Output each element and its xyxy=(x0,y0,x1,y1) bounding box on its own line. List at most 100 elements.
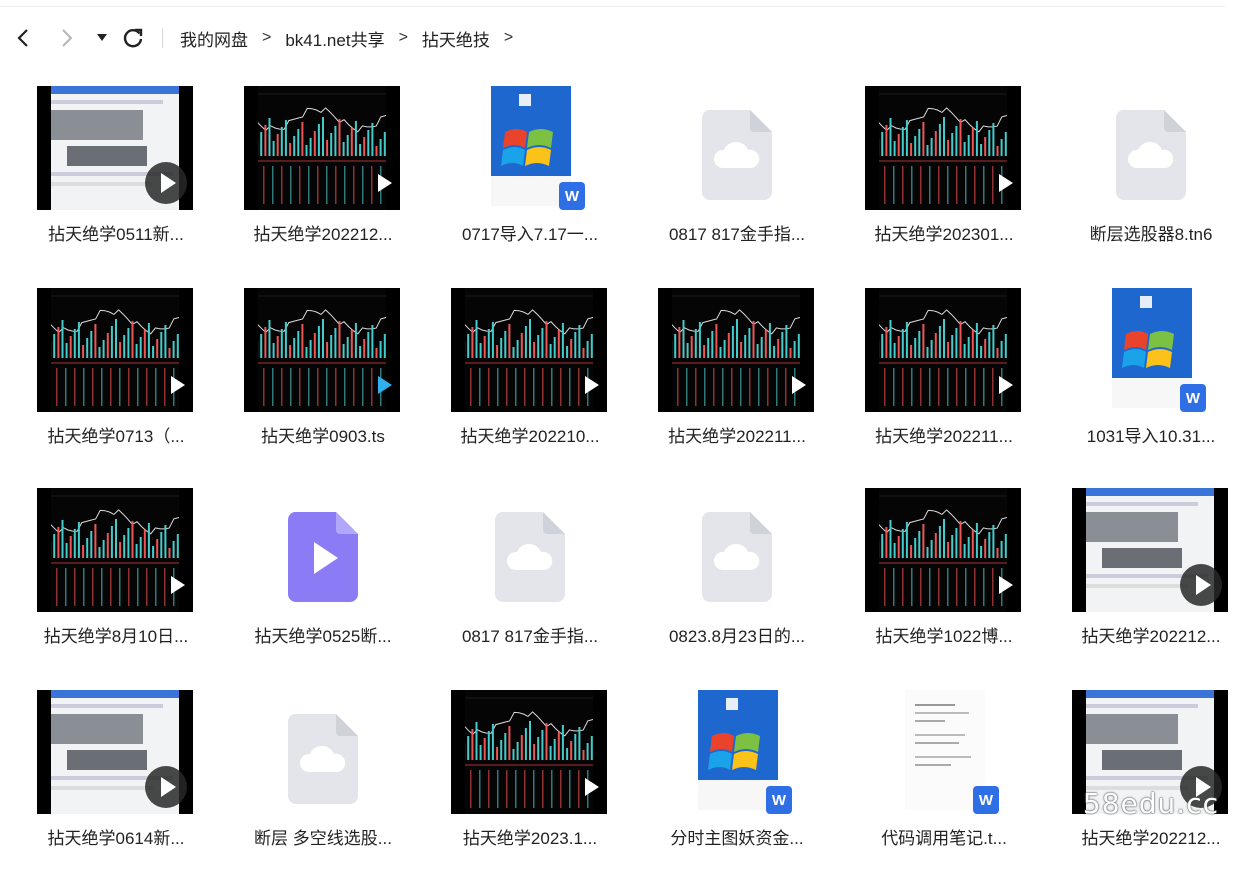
play-icon xyxy=(585,376,599,394)
file-thumbnail[interactable] xyxy=(13,288,219,414)
play-icon xyxy=(999,576,1013,594)
file-name[interactable]: 拈天绝学202210... xyxy=(427,422,633,447)
file-name[interactable]: 拈天绝学0903.ts xyxy=(220,422,426,447)
file-item[interactable]: 拈天绝学0511新... xyxy=(13,86,219,266)
file-item[interactable]: 断层 多空线选股... xyxy=(220,690,426,870)
file-name[interactable]: 拈天绝学1022博... xyxy=(841,622,1047,647)
watermark-text: 58edu.cc xyxy=(1082,787,1219,820)
file-name[interactable]: 拈天绝学202211... xyxy=(841,422,1047,447)
file-thumbnail[interactable] xyxy=(427,690,633,816)
file-item[interactable]: 0817 817金手指... xyxy=(634,86,840,266)
file-thumbnail[interactable] xyxy=(220,690,426,816)
file-name[interactable]: 0717导入7.17一... xyxy=(427,220,633,245)
cloud-file-icon xyxy=(698,508,776,604)
file-thumbnail[interactable] xyxy=(634,86,840,212)
file-name[interactable]: 0823.8月23日的... xyxy=(634,622,840,647)
file-item[interactable]: 拈天绝学0614新... xyxy=(13,690,219,870)
file-name[interactable]: 拈天绝学202211... xyxy=(634,422,840,447)
file-item[interactable]: W 代码调用笔记.t... xyxy=(841,690,1047,870)
breadcrumb-item-share[interactable]: bk41.net共享 xyxy=(285,26,384,51)
file-name[interactable]: 拈天绝学202212... xyxy=(220,220,426,245)
video-thumbnail xyxy=(451,288,607,412)
file-item[interactable]: 拈天绝学202212... xyxy=(1048,488,1235,668)
file-thumbnail[interactable] xyxy=(634,288,840,414)
file-item[interactable]: 拈天绝学202211... xyxy=(841,288,1047,468)
file-thumbnail[interactable] xyxy=(220,86,426,212)
file-item[interactable]: W 分时主图妖资金... xyxy=(634,690,840,870)
word-doc-icon: W xyxy=(973,786,999,814)
file-item[interactable]: 0817 817金手指... xyxy=(427,488,633,668)
file-name[interactable]: 0817 817金手指... xyxy=(634,220,840,245)
file-name[interactable]: 拈天绝学202212... xyxy=(1048,622,1235,647)
cloud-file-icon xyxy=(1112,106,1190,202)
file-thumbnail[interactable] xyxy=(1048,488,1235,614)
file-name[interactable]: 0817 817金手指... xyxy=(427,622,633,647)
file-thumbnail[interactable] xyxy=(841,488,1047,614)
file-thumbnail[interactable] xyxy=(427,288,633,414)
file-thumbnail[interactable] xyxy=(13,488,219,614)
file-name[interactable]: 拈天绝学2023.1... xyxy=(427,824,633,849)
refresh-icon xyxy=(123,28,143,48)
file-name[interactable]: 拈天绝学202301... xyxy=(841,220,1047,245)
file-thumbnail[interactable]: W xyxy=(634,690,840,816)
video-thumbnail xyxy=(865,86,1021,210)
file-name[interactable]: 拈天绝学8月10日... xyxy=(13,622,219,647)
forward-button[interactable] xyxy=(54,20,80,56)
play-icon xyxy=(378,376,392,394)
refresh-button[interactable] xyxy=(120,20,146,56)
back-button[interactable] xyxy=(10,20,36,56)
file-thumbnail[interactable] xyxy=(220,488,426,614)
file-thumbnail[interactable] xyxy=(634,488,840,614)
file-item[interactable]: 拈天绝学202210... xyxy=(427,288,633,468)
window-top-border xyxy=(0,6,1225,7)
video-thumbnail xyxy=(451,690,607,814)
file-name[interactable]: 拈天绝学202212... xyxy=(1048,824,1235,849)
file-name[interactable]: 拈天绝学0713（... xyxy=(13,422,219,447)
file-name[interactable]: 拈天绝学0614新... xyxy=(13,824,219,849)
file-name[interactable]: 断层 多空线选股... xyxy=(220,824,426,849)
file-thumbnail[interactable]: W xyxy=(427,86,633,212)
file-item[interactable]: W 1031导入10.31... xyxy=(1048,288,1235,468)
play-icon xyxy=(145,162,187,204)
file-item[interactable]: 0823.8月23日的... xyxy=(634,488,840,668)
file-item[interactable]: ✓ 拈天绝学0903.ts xyxy=(220,288,472,468)
file-name[interactable]: 1031导入10.31... xyxy=(1048,422,1235,447)
file-item[interactable]: 拈天绝学2023.1... xyxy=(427,690,633,870)
toolbar: 我的网盘 > bk41.net共享 > 拈天绝技 > xyxy=(0,20,1235,56)
play-icon xyxy=(792,376,806,394)
file-thumbnail[interactable]: W xyxy=(1048,288,1235,414)
file-item[interactable]: W 0717导入7.17一... xyxy=(427,86,633,266)
file-thumbnail[interactable] xyxy=(841,86,1047,212)
file-name[interactable]: 拈天绝学0525断... xyxy=(220,622,426,647)
file-item[interactable]: 拈天绝学202212... xyxy=(1048,690,1235,870)
file-thumbnail[interactable] xyxy=(13,86,219,212)
file-thumbnail[interactable] xyxy=(13,690,219,816)
toolbar-divider xyxy=(162,28,163,48)
video-thumbnail xyxy=(244,86,400,210)
file-thumbnail[interactable] xyxy=(1048,86,1235,212)
play-icon xyxy=(378,174,392,192)
file-item[interactable]: 拈天绝学202301... xyxy=(841,86,1047,266)
file-thumbnail[interactable]: W xyxy=(841,690,1047,816)
breadcrumb-item-current-folder[interactable]: 拈天绝技 xyxy=(422,26,490,51)
file-item[interactable]: 拈天绝学1022博... xyxy=(841,488,1047,668)
file-thumbnail[interactable]: ✓ xyxy=(220,288,472,414)
file-item[interactable]: 断层选股器8.tn6 xyxy=(1048,86,1235,266)
caret-down-icon xyxy=(97,34,107,41)
breadcrumb-item-my-drive[interactable]: 我的网盘 xyxy=(180,26,248,51)
play-icon xyxy=(171,576,185,594)
file-thumbnail[interactable] xyxy=(841,288,1047,414)
file-thumbnail[interactable] xyxy=(427,488,633,614)
file-item[interactable]: 拈天绝学8月10日... xyxy=(13,488,219,668)
video-thumbnail xyxy=(37,690,193,814)
file-name[interactable]: 代码调用笔记.t... xyxy=(841,824,1047,849)
file-item[interactable]: 拈天绝学202211... xyxy=(634,288,840,468)
file-name[interactable]: 分时主图妖资金... xyxy=(634,824,840,849)
file-name[interactable]: 拈天绝学0511新... xyxy=(13,220,219,245)
video-thumbnail xyxy=(37,86,193,210)
file-item[interactable]: 拈天绝学0713（... xyxy=(13,288,219,468)
file-item[interactable]: 拈天绝学0525断... xyxy=(220,488,426,668)
file-item[interactable]: 拈天绝学202212... xyxy=(220,86,426,266)
file-name[interactable]: 断层选股器8.tn6 xyxy=(1048,220,1235,245)
history-dropdown-button[interactable] xyxy=(92,20,112,56)
